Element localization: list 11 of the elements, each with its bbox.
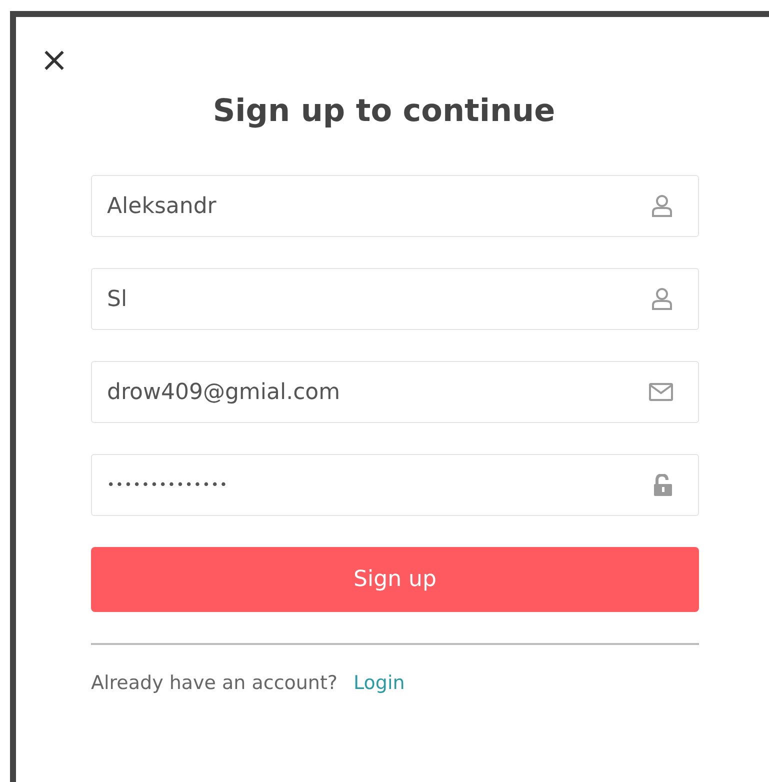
input-field[interactable]: Sl: [91, 268, 699, 330]
mail-icon: [649, 383, 673, 401]
close-button[interactable]: ×: [40, 43, 68, 77]
dialog-title: Sign up to continue: [212, 93, 556, 129]
input-field[interactable]: ••••••••••••••: [91, 454, 699, 516]
lock-icon: [653, 474, 673, 496]
person-icon: [651, 194, 673, 218]
input-field[interactable]: drow409@gmial.com: [91, 361, 699, 423]
input-field[interactable]: Aleksandr: [91, 175, 699, 237]
account-prompt: Already have an account?: [91, 672, 338, 694]
person-icon: [651, 287, 673, 311]
